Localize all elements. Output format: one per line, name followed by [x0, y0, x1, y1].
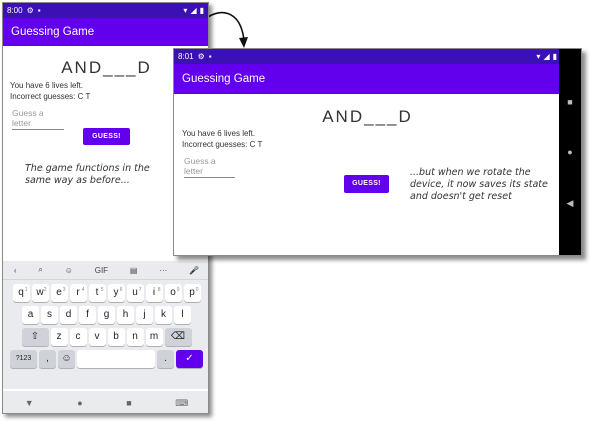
key-v[interactable]: v [88, 328, 106, 346]
key-n[interactable]: n [126, 328, 144, 346]
enter-key[interactable]: ✓ [176, 350, 203, 368]
incorrect-guesses-text: Incorrect guesses: C T [182, 140, 263, 149]
guess-button[interactable]: GUESS! [83, 128, 130, 145]
handwritten-note: The game functions in the same way as be… [25, 163, 150, 186]
status-time: 8:01 [178, 52, 194, 61]
keyboard-toolbar-item[interactable]: ··· [159, 266, 167, 275]
keyboard-row-4: ?123 , ☺ . ✓ [3, 350, 208, 368]
space-key[interactable] [77, 350, 155, 368]
recents-icon[interactable]: ■ [567, 97, 572, 107]
keyboard-toolbar-item[interactable]: 🎤 [189, 266, 199, 275]
key-k[interactable]: k [155, 306, 172, 324]
home-icon[interactable]: ● [77, 398, 82, 408]
lives-text: You have 6 lives left. [10, 81, 84, 90]
guess-button[interactable]: GUESS! [344, 175, 389, 193]
handwritten-note: ...but when we rotate the device, it now… [410, 167, 548, 202]
wifi-icon: ▾ [183, 6, 188, 15]
key-f[interactable]: f [79, 306, 96, 324]
key-e[interactable]: e3 [50, 284, 68, 302]
app-bar: Guessing Game [174, 64, 561, 94]
status-time: 8:00 [7, 6, 23, 15]
wifi-icon: ▾ [536, 52, 541, 61]
home-icon[interactable]: ● [567, 147, 572, 157]
keyboard-icon[interactable]: ⌨ [175, 398, 188, 409]
notification-icon: ▪ [208, 52, 212, 61]
key-s[interactable]: s [41, 306, 58, 324]
shift-key[interactable]: ⇧ [21, 328, 49, 346]
key-w[interactable]: w2 [31, 284, 49, 302]
keyboard-toolbar-item[interactable]: ⌕ [38, 265, 42, 275]
landscape-phone: 8:01 ⚙ ▪ ▾ ◢ ▮ Guessing Game AND___D You… [173, 48, 582, 256]
keyboard-toolbar: ‹ ⌕ ☺ GIF ▤ ··· 🎤 [3, 261, 208, 280]
keyboard-row-3: ⇧ z cvbnm ⌫ [3, 328, 208, 346]
guess-input[interactable]: Guess a letter [184, 156, 235, 178]
keyboard-toolbar-item[interactable]: GIF [95, 266, 108, 275]
key-u[interactable]: u7 [126, 284, 144, 302]
rotation-arrow [203, 11, 248, 48]
symbols-key[interactable]: ?123 [10, 350, 37, 368]
key-y[interactable]: y6 [107, 284, 125, 302]
key-b[interactable]: b [107, 328, 125, 346]
secret-word-display: AND___D [322, 107, 413, 126]
navigation-bar: ■ ● ◀ [559, 49, 581, 255]
soft-keyboard: ‹ ⌕ ☺ GIF ▤ ··· 🎤 q1w2e3r4t5y6u7i8o9p0 asdfghj… [3, 261, 208, 389]
key-z[interactable]: z [50, 328, 68, 346]
signal-icon: ◢ [543, 52, 550, 61]
app-title: Guessing Game [182, 73, 266, 85]
annotated-figure: 8:00 ⚙ ▪ ▾ ◢ ▮ Guessing Game AND___D You… [0, 0, 600, 427]
keyboard-row-1: q1w2e3r4t5y6u7i8o9p0 [3, 284, 208, 302]
key-p[interactable]: p0 [183, 284, 201, 302]
battery-icon: ▮ [552, 52, 557, 61]
settings-icon: ⚙ [197, 52, 205, 61]
keyboard-toolbar-item[interactable]: ‹ [14, 266, 17, 275]
key-h[interactable]: h [117, 306, 134, 324]
keyboard-toolbar-item[interactable]: ▤ [130, 266, 138, 275]
emoji-icon[interactable]: ☺ [58, 350, 75, 368]
key-c[interactable]: c [69, 328, 87, 346]
guess-input[interactable]: Guess a letter [12, 108, 64, 130]
incorrect-guesses-text: Incorrect guesses: C T [10, 92, 91, 101]
battery-icon: ▮ [199, 6, 204, 15]
keyboard-toolbar-item[interactable]: ☺ [65, 266, 73, 275]
key-g[interactable]: g [98, 306, 115, 324]
period-key[interactable]: . [157, 350, 174, 368]
key-r[interactable]: r4 [69, 284, 87, 302]
notification-icon: ▪ [37, 6, 41, 15]
key-o[interactable]: o9 [164, 284, 182, 302]
recents-icon[interactable]: ■ [126, 398, 131, 408]
key-d[interactable]: d [60, 306, 77, 324]
lives-text: You have 6 lives left. [182, 129, 256, 138]
key-i[interactable]: i8 [145, 284, 163, 302]
back-icon[interactable]: ◀ [567, 198, 574, 209]
keyboard-row-2: asdfghjkl [3, 306, 208, 324]
key-t[interactable]: t5 [88, 284, 106, 302]
signal-icon: ◢ [190, 6, 197, 15]
backspace-key[interactable]: ⌫ [164, 328, 192, 346]
app-title: Guessing Game [11, 26, 95, 38]
back-icon[interactable]: ▼ [25, 398, 34, 408]
key-a[interactable]: a [22, 306, 39, 324]
navigation-bar: ▼ ● ■ ⌨ [3, 391, 208, 413]
settings-icon: ⚙ [26, 6, 34, 15]
key-l[interactable]: l [174, 306, 191, 324]
comma-key[interactable]: , [39, 350, 56, 368]
status-bar: 8:01 ⚙ ▪ ▾ ◢ ▮ [174, 49, 561, 64]
app-bar: Guessing Game [3, 18, 208, 46]
key-q[interactable]: q1 [12, 284, 30, 302]
key-j[interactable]: j [136, 306, 153, 324]
status-bar: 8:00 ⚙ ▪ ▾ ◢ ▮ [3, 3, 208, 18]
key-m[interactable]: m [145, 328, 163, 346]
